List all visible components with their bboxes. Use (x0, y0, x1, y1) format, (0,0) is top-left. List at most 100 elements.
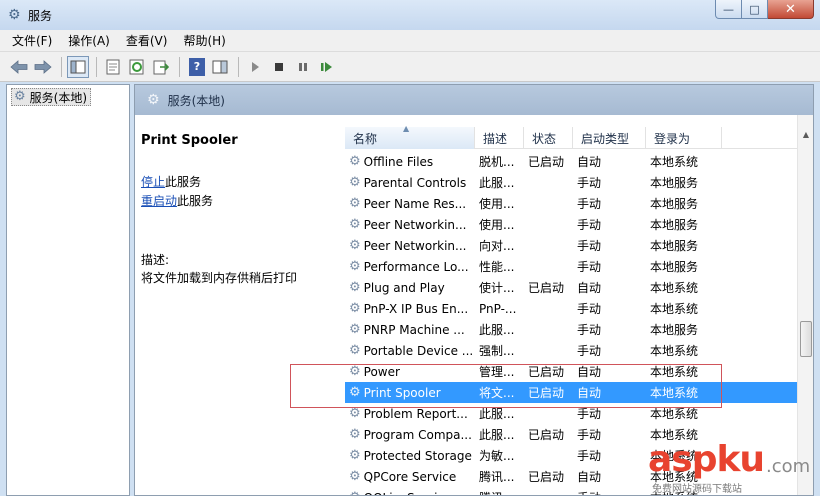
service-name-cell: ⚙ PNRP Machine ... (345, 323, 475, 337)
pane-title: 服务(本地) (167, 93, 225, 108)
service-name-cell: ⚙ Peer Name Res... (345, 197, 475, 211)
restart-service-line: 重启动此服务 (141, 192, 213, 209)
stop-service-line: 停止此服务 (141, 173, 201, 190)
table-row[interactable]: ⚙ Power 管理... 已启动 自动 本地系统 (345, 361, 797, 382)
service-gear-icon: ⚙ (349, 491, 361, 496)
stop-service-link[interactable]: 停止 (141, 175, 165, 189)
description-panel: Print Spooler 停止此服务 重启动此服务 描述: 将文件加载到内存供… (135, 115, 345, 495)
service-startup-cell: 手动 (577, 428, 602, 442)
export-list-icon[interactable] (150, 56, 172, 78)
service-logon-cell: 本地服务 (650, 323, 699, 337)
console-tree: ⚙ 服务(本地) (6, 84, 130, 496)
service-startup-cell: 手动 (577, 302, 602, 316)
pause-service-icon[interactable] (292, 56, 314, 78)
column-header-description[interactable]: 描述 (475, 127, 524, 149)
show-action-pane-icon[interactable] (209, 56, 231, 78)
service-startup-cell: 自动 (577, 386, 602, 400)
service-name-text: Problem Report... (363, 406, 468, 421)
service-name-text: QPCore Service (363, 469, 457, 484)
scrollbar-thumb[interactable] (800, 321, 812, 357)
service-name-text: QQLiveService (364, 491, 452, 496)
table-row[interactable]: ⚙ Plug and Play 使计... 已启动 自动 本地系统 (345, 277, 797, 298)
service-description-cell: 此服... (479, 176, 515, 190)
services-gear-icon: ⚙ (147, 92, 160, 108)
service-description-cell: 腾讯... (475, 489, 524, 495)
window-title: 服务 (28, 9, 53, 23)
description-text: 将文件加载到内存供稍后打印 (141, 271, 298, 285)
service-description-cell: 此服... (479, 407, 515, 421)
forward-arrow-icon[interactable] (32, 56, 54, 78)
service-logon-cell: 本地系统 (650, 386, 699, 400)
table-row[interactable]: ⚙ Peer Networkin... 使用... 手动 本地服务 (345, 214, 797, 235)
service-logon-cell: 本地服务 (650, 197, 699, 211)
service-logon-cell: 本地服务 (650, 239, 699, 253)
service-startup-cell: 手动 (577, 218, 602, 232)
restart-service-icon[interactable] (316, 56, 338, 78)
service-startup-cell: 自动 (577, 281, 602, 295)
column-header-logon-as[interactable]: 登录为 (646, 127, 722, 149)
service-description-cell: 使用... (479, 197, 515, 211)
service-gear-icon: ⚙ (349, 175, 361, 190)
service-name-text: PnP-X IP Bus En... (363, 301, 469, 316)
start-service-icon[interactable] (244, 56, 266, 78)
menu-action[interactable]: 操作(A) (68, 32, 110, 49)
table-row[interactable]: ⚙ Peer Networkin... 向对... 手动 本地服务 (345, 235, 797, 256)
service-status-cell: 已启动 (528, 428, 565, 442)
minimize-button[interactable]: — (715, 0, 742, 19)
service-gear-icon: ⚙ (349, 469, 361, 484)
services-app-icon: ⚙ (8, 7, 21, 23)
restart-service-link[interactable]: 重启动 (141, 194, 177, 208)
table-row[interactable]: ⚙ Peer Name Res... 使用... 手动 本地服务 (345, 193, 797, 214)
service-name-cell: ⚙QQLiveService (345, 491, 475, 496)
back-arrow-icon[interactable] (8, 56, 30, 78)
menu-view[interactable]: 查看(V) (126, 32, 168, 49)
table-row[interactable]: ⚙ Portable Device ... 强制... 手动 本地系统 (345, 340, 797, 361)
service-startup-cell: 手动 (577, 407, 602, 421)
stop-service-icon[interactable] (268, 56, 290, 78)
service-logon-cell: 本地服务 (650, 176, 699, 190)
service-name-text: Performance Lo... (363, 259, 469, 274)
table-row[interactable]: ⚙ Offline Files 脱机... 已启动 自动 本地系统 (345, 151, 797, 172)
service-name-text: Portable Device ... (363, 343, 474, 358)
maximize-button[interactable]: □ (742, 0, 768, 19)
service-logon-cell: 本地系统 (650, 155, 699, 169)
service-name-cell: ⚙ Peer Networkin... (345, 239, 475, 253)
service-name-text: Plug and Play (363, 280, 445, 295)
table-row-selected[interactable]: ⚙ Print Spooler 将文... 已启动 自动 本地系统 (345, 382, 797, 403)
table-row[interactable]: ⚙ PnP-X IP Bus En... PnP-... 手动 本地系统 (345, 298, 797, 319)
service-name-cell: ⚙ Plug and Play (345, 281, 475, 295)
service-gear-icon: ⚙ (349, 427, 361, 442)
show-hide-tree-icon[interactable] (67, 55, 89, 78)
toolbar-separator (61, 56, 62, 77)
menu-file[interactable]: 文件(F) (12, 32, 52, 49)
table-row[interactable]: ⚙ Problem Report... 此服... 手动 本地系统 (345, 403, 797, 424)
scroll-up-arrow-icon[interactable]: ▲ (798, 127, 813, 143)
watermark-logo-text: aspku (648, 439, 765, 480)
service-logon-cell: 本地服务 (650, 218, 699, 232)
service-name-cell: ⚙ QPCore Service (345, 470, 475, 484)
column-header-name[interactable]: ▲ 名称 (345, 124, 475, 149)
tree-item-services-local[interactable]: ⚙ 服务(本地) (11, 88, 92, 106)
column-header-startup-type[interactable]: 启动类型 (573, 127, 646, 149)
service-logon-cell: 本地系统 (650, 407, 699, 421)
service-description-cell: 使计... (479, 281, 515, 295)
close-button[interactable]: ✕ (768, 0, 814, 19)
service-gear-icon: ⚙ (349, 280, 361, 295)
service-description-cell: 将文... (479, 386, 515, 400)
properties-icon[interactable] (102, 56, 124, 78)
table-row[interactable]: ⚙ Performance Lo... 性能... 手动 本地服务 (345, 256, 797, 277)
table-row[interactable]: ⚙ PNRP Machine ... 此服... 手动 本地服务 (345, 319, 797, 340)
service-logon-cell: 本地系统 (650, 281, 699, 295)
table-row[interactable]: ⚙ Parental Controls 此服... 手动 本地服务 (345, 172, 797, 193)
service-gear-icon: ⚙ (349, 196, 361, 211)
vertical-scrollbar[interactable]: ▲ (797, 115, 813, 495)
column-header-status[interactable]: 状态 (524, 127, 573, 149)
service-startup-cell: 手动 (577, 449, 602, 463)
services-pane: ⚙ 服务(本地) Print Spooler 停止此服务 重启动此服务 描述: … (134, 84, 814, 496)
menu-help[interactable]: 帮助(H) (183, 32, 225, 49)
refresh-icon[interactable] (126, 56, 148, 78)
watermark: aspku .com 免费网站源码下载站 (648, 440, 818, 496)
service-gear-icon: ⚙ (349, 364, 361, 379)
help-icon[interactable]: ? (189, 57, 205, 76)
service-name-text: PNRP Machine ... (363, 322, 465, 337)
